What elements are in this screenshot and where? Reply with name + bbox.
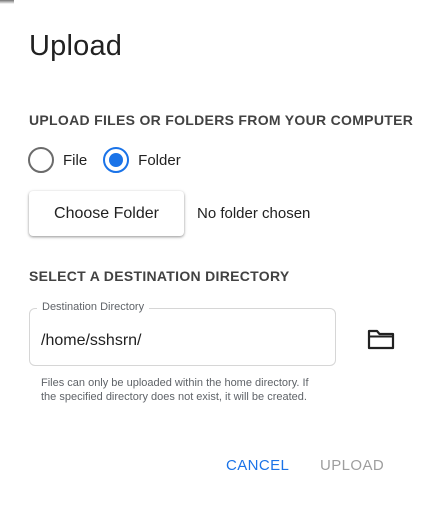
upload-type-radio-group: File Folder <box>28 147 197 173</box>
destination-directory-field: Destination Directory <box>29 301 336 366</box>
upload-section-heading: UPLOAD FILES OR FOLDERS FROM YOUR COMPUT… <box>29 112 414 128</box>
destination-section-heading: SELECT A DESTINATION DIRECTORY <box>29 268 290 284</box>
dialog-title: Upload <box>29 30 123 62</box>
upload-button[interactable]: UPLOAD <box>320 457 384 474</box>
choose-folder-button[interactable]: Choose Folder <box>29 191 184 236</box>
browse-folder-button[interactable] <box>366 328 396 352</box>
radio-option-file[interactable]: File <box>28 147 87 173</box>
radio-option-folder[interactable]: Folder <box>103 147 181 173</box>
destination-directory-input[interactable] <box>41 330 321 352</box>
cancel-button[interactable]: CANCEL <box>226 457 289 474</box>
dialog-corner-shadow <box>0 0 14 4</box>
radio-folder-button[interactable] <box>103 147 130 173</box>
radio-file-button[interactable] <box>28 147 54 173</box>
destination-helper-text: Files can only be uploaded within the ho… <box>41 377 309 403</box>
destination-directory-label: Destination Directory <box>37 301 150 313</box>
radio-file-label: File <box>63 151 88 169</box>
upload-dialog: Upload UPLOAD FILES OR FOLDERS FROM YOUR… <box>0 0 432 507</box>
folder-icon <box>367 329 395 350</box>
chosen-status-text: No folder chosen <box>197 205 311 222</box>
radio-folder-label: Folder <box>138 151 181 169</box>
